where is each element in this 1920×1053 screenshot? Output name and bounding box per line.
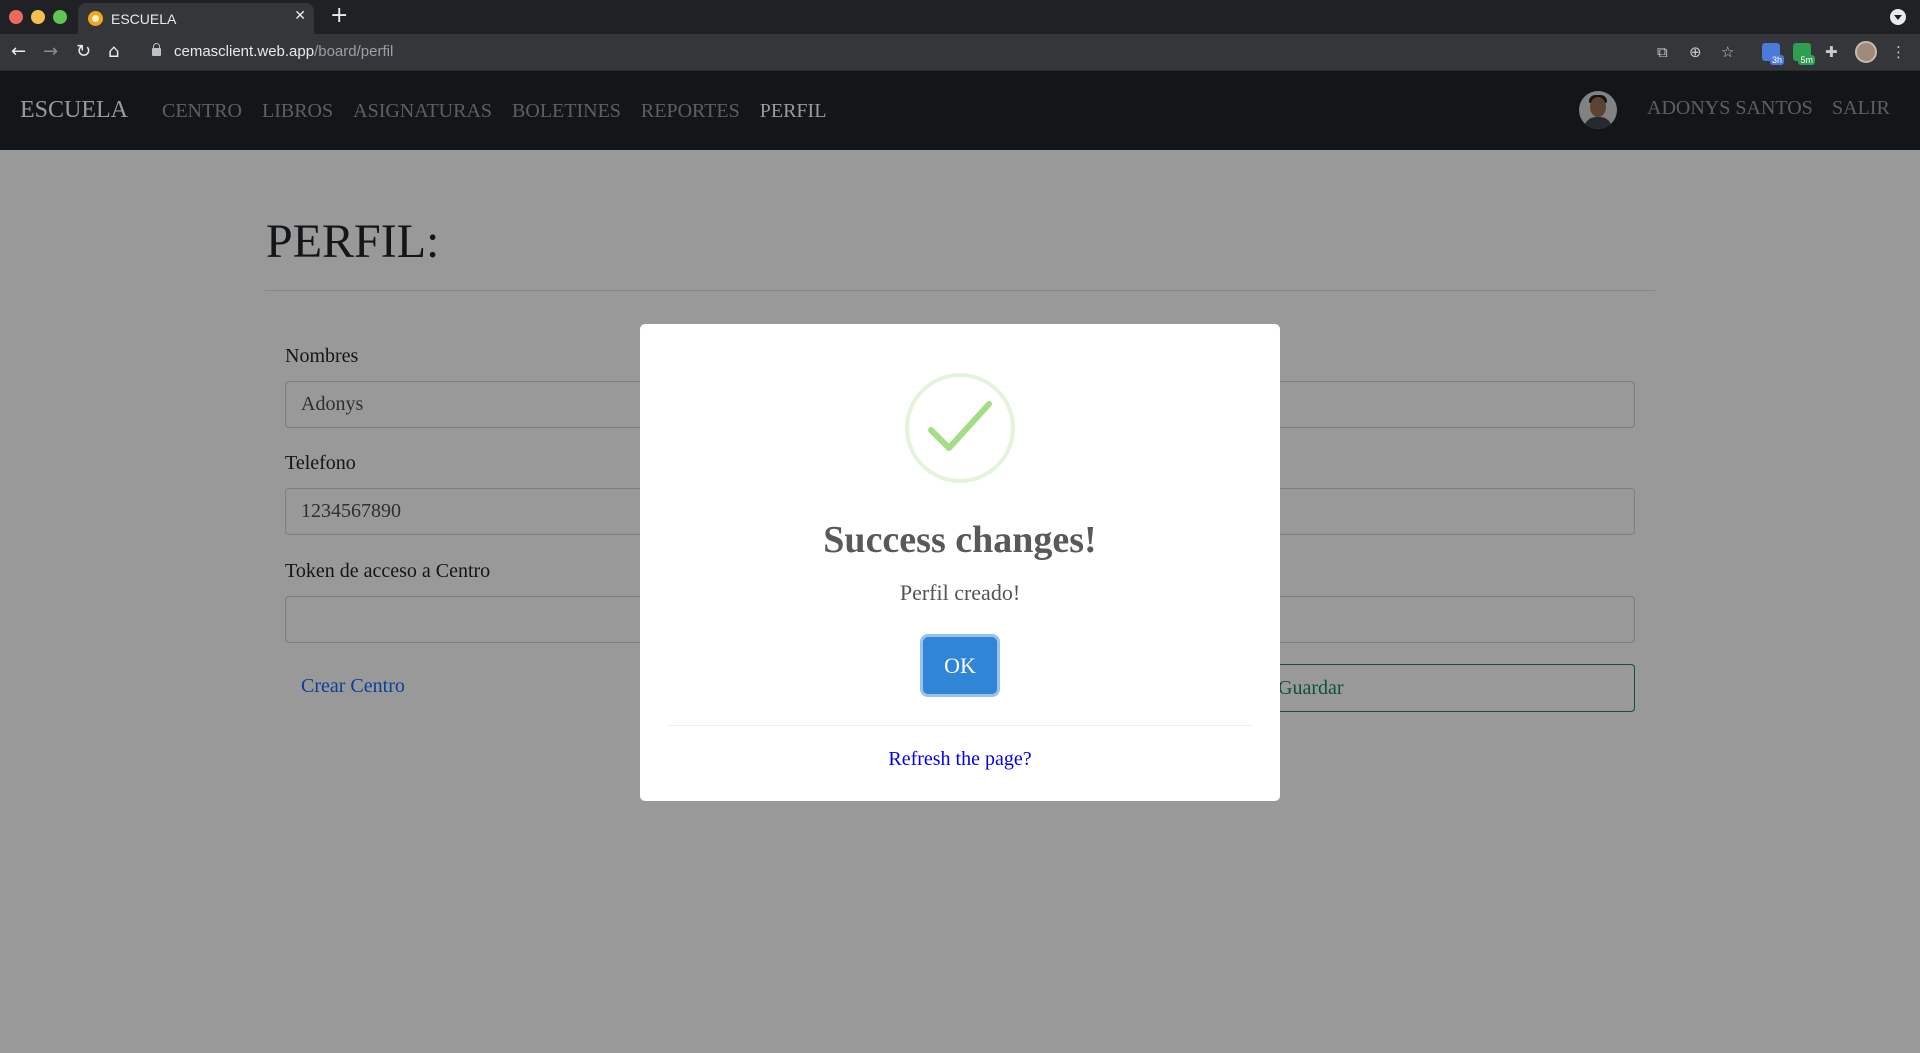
window-maximize-button[interactable]	[53, 10, 67, 24]
dialog-title: Success changes!	[823, 519, 1097, 561]
browser-profile-avatar[interactable]	[1855, 41, 1877, 63]
extension-badge-text: 3h	[1769, 55, 1784, 65]
url-path: /board/perfil	[314, 43, 394, 60]
success-dialog: Success changes! Perfil creado! OK Refre…	[640, 324, 1280, 801]
checkmark-icon	[928, 401, 992, 451]
extension-timer-icon[interactable]: 5m	[1793, 43, 1815, 65]
dialog-text: Perfil creado!	[899, 580, 1021, 605]
url-host: cemasclient.web.app	[174, 43, 315, 60]
dialog-footer-divider	[667, 725, 1253, 726]
browser-menu-icon[interactable]: ⋮	[1891, 42, 1906, 62]
forward-arrow-icon[interactable]: →	[43, 40, 58, 64]
back-arrow-icon[interactable]: ←	[11, 40, 26, 64]
bookmark-star-icon[interactable]: ☆	[1721, 42, 1734, 62]
extension-badge-text: 5m	[1798, 55, 1815, 65]
window-close-button[interactable]	[9, 10, 23, 24]
new-tab-button[interactable]: +	[330, 4, 348, 28]
ok-button[interactable]: OK	[923, 637, 997, 694]
window-minimize-button[interactable]	[31, 10, 45, 24]
favicon-icon	[88, 11, 103, 26]
tab-search-icon[interactable]	[1890, 9, 1906, 25]
browser-tab-bar: ESCUELA ✕ +	[0, 0, 1920, 34]
browser-tab[interactable]: ESCUELA ✕	[78, 3, 314, 34]
translate-icon[interactable]: ⧉	[1657, 42, 1668, 62]
home-icon[interactable]: ⌂	[108, 40, 119, 64]
zoom-icon[interactable]: ⊕	[1689, 42, 1702, 62]
extensions-puzzle-icon[interactable]: ✚	[1825, 42, 1838, 62]
tab-title: ESCUELA	[111, 11, 177, 27]
extension-calendar-icon[interactable]: 3h	[1762, 43, 1784, 65]
browser-toolbar: ← → ↻ ⌂ cemasclient.web.app/board/perfil…	[0, 34, 1920, 71]
address-bar[interactable]: cemasclient.web.app/board/perfil	[174, 43, 393, 60]
tab-close-icon[interactable]: ✕	[294, 8, 306, 24]
refresh-page-link[interactable]: Refresh the page?	[640, 748, 1280, 771]
reload-icon[interactable]: ↻	[76, 40, 91, 64]
lock-icon[interactable]	[152, 43, 161, 56]
